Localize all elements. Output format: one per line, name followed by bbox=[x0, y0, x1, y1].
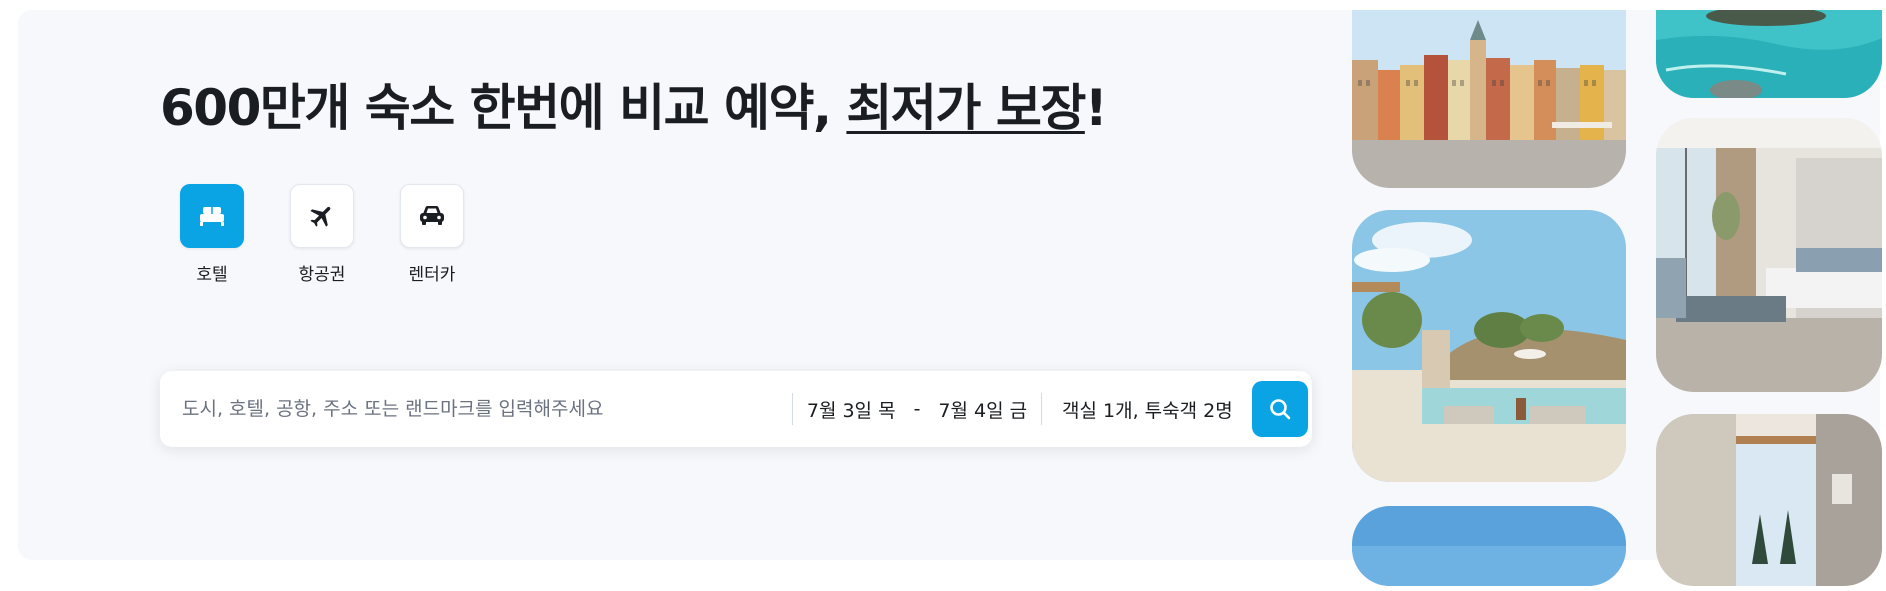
tab-hotel[interactable]: 호텔 bbox=[180, 184, 244, 285]
tab-hotel-tile[interactable] bbox=[180, 184, 244, 248]
airplane-icon bbox=[310, 206, 331, 227]
tab-hotel-label: 호텔 bbox=[196, 265, 228, 285]
tab-car-rental-label: 렌터카 bbox=[408, 265, 456, 285]
car-icon bbox=[420, 206, 444, 225]
checkout-date: 7월 4일 금 bbox=[938, 399, 1028, 422]
tab-flights[interactable]: 항공권 bbox=[290, 184, 354, 285]
lowest-price-guarantee-text: 최저가 보장 bbox=[846, 79, 1086, 137]
search-icon bbox=[1270, 399, 1291, 420]
tab-flights-label: 항공권 bbox=[298, 265, 346, 285]
turquoise-sea-photo bbox=[1656, 10, 1882, 98]
category-tabs: 호텔 항공권 렌터카 bbox=[180, 184, 464, 285]
tab-car-rental[interactable]: 렌터카 bbox=[400, 184, 464, 285]
date-range-picker[interactable]: 7월 3일 목 - 7월 4일 금 bbox=[793, 396, 1041, 423]
checkin-date: 7월 3일 목 bbox=[806, 399, 896, 422]
tab-car-rental-tile[interactable] bbox=[400, 184, 464, 248]
search-button[interactable] bbox=[1252, 381, 1308, 437]
tab-flights-tile[interactable] bbox=[290, 184, 354, 248]
hotel-bedroom-photo bbox=[1656, 118, 1882, 392]
page-title: 600만개 숙소 한번에 비교 예약, 최저가 보장! bbox=[160, 79, 1108, 137]
photo-gallery bbox=[1352, 0, 1886, 586]
rooms-guests-selector[interactable]: 객실 1개, 투숙객 2명 bbox=[1042, 396, 1250, 423]
search-bar: 7월 3일 목 - 7월 4일 금 객실 1개, 투숙객 2명 bbox=[160, 371, 1312, 447]
bed-icon bbox=[200, 207, 224, 226]
old-town-square-photo bbox=[1352, 10, 1626, 188]
blue-sky-photo bbox=[1352, 506, 1626, 586]
destination-search-input[interactable] bbox=[160, 371, 792, 447]
resort-pool-photo bbox=[1352, 210, 1626, 482]
snowy-window-photo bbox=[1656, 414, 1882, 586]
date-separator: - bbox=[913, 398, 921, 420]
